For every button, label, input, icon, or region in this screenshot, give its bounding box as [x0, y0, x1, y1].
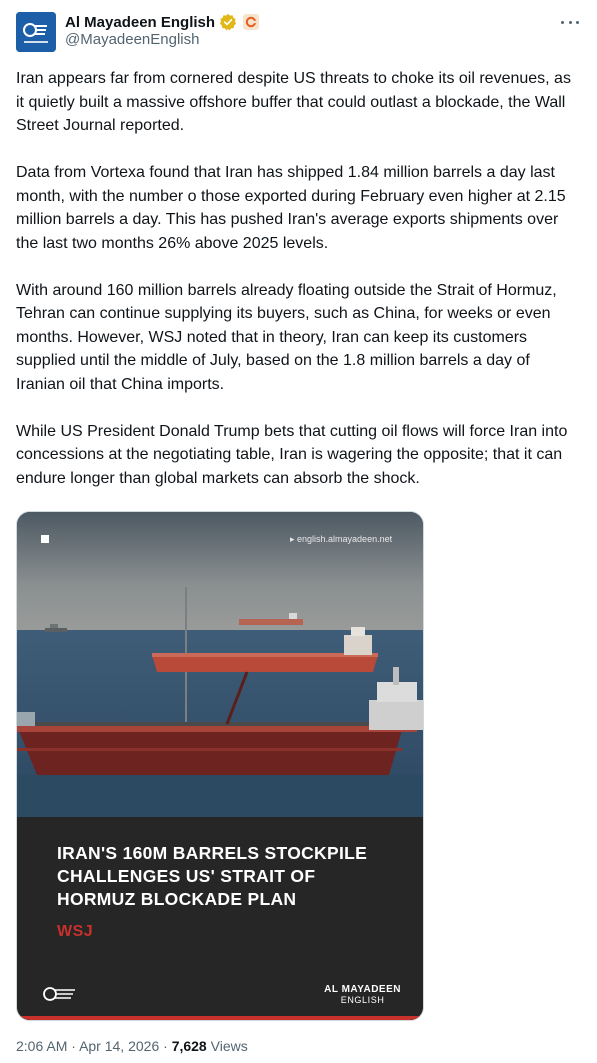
tweet-time[interactable]: 2:06 AM — [16, 1038, 67, 1054]
name-row: Al Mayadeen English — [65, 12, 260, 32]
tweet-header: Al Mayadeen English @MayadeenEnglish — [16, 12, 581, 52]
more-horizontal-icon[interactable] — [559, 14, 581, 30]
user-handle[interactable]: @MayadeenEnglish — [65, 31, 199, 48]
views-count: 7,628 — [171, 1038, 207, 1054]
avatar[interactable] — [16, 12, 56, 52]
media-headline: IRAN'S 160M BARRELS STOCKPILE CHALLENGES… — [57, 843, 368, 909]
tweet-media-card[interactable]: ▸ english.almayadeen.net IRAN'S 160M BAR… — [16, 511, 424, 1021]
meta-separator: · — [163, 1038, 168, 1054]
tweet-paragraph-1: Iran appears far from cornered despite U… — [16, 70, 571, 134]
tweet-date[interactable]: Apr 14, 2026 — [79, 1038, 159, 1054]
tweet-paragraph-2: Data from Vortexa found that Iran has sh… — [16, 164, 566, 252]
tweet-meta: 2:06 AM · Apr 14, 2026 · 7,628 Views — [16, 1038, 248, 1054]
meta-separator: · — [71, 1038, 76, 1054]
source-watermark: ▸ english.almayadeen.net — [290, 534, 393, 544]
views-label: Views — [210, 1038, 248, 1054]
media-source-label: WSJ — [57, 923, 94, 940]
al-mayadeen-brand-icon — [43, 987, 75, 1001]
al-mayadeen-logo-icon — [16, 12, 56, 52]
brand-name: AL MAYADEEN ENGLISH — [324, 984, 401, 1005]
affiliate-badge-icon[interactable] — [243, 14, 260, 30]
display-name[interactable]: Al Mayadeen English — [65, 14, 215, 31]
tweet-text: Iran appears far from cornered despite U… — [16, 67, 581, 514]
brand-name-line2: ENGLISH — [340, 995, 385, 1005]
gold-verified-badge-icon[interactable] — [219, 13, 237, 31]
tweet-paragraph-4: While US President Donald Trump bets tha… — [16, 422, 568, 487]
tanker-ships-photo — [17, 512, 423, 817]
brand-name-line1: AL MAYADEEN — [324, 984, 401, 995]
accent-strip — [17, 1016, 423, 1020]
tweet-paragraph-3: With around 160 million barrels already … — [16, 281, 557, 393]
corner-mark — [41, 535, 49, 543]
